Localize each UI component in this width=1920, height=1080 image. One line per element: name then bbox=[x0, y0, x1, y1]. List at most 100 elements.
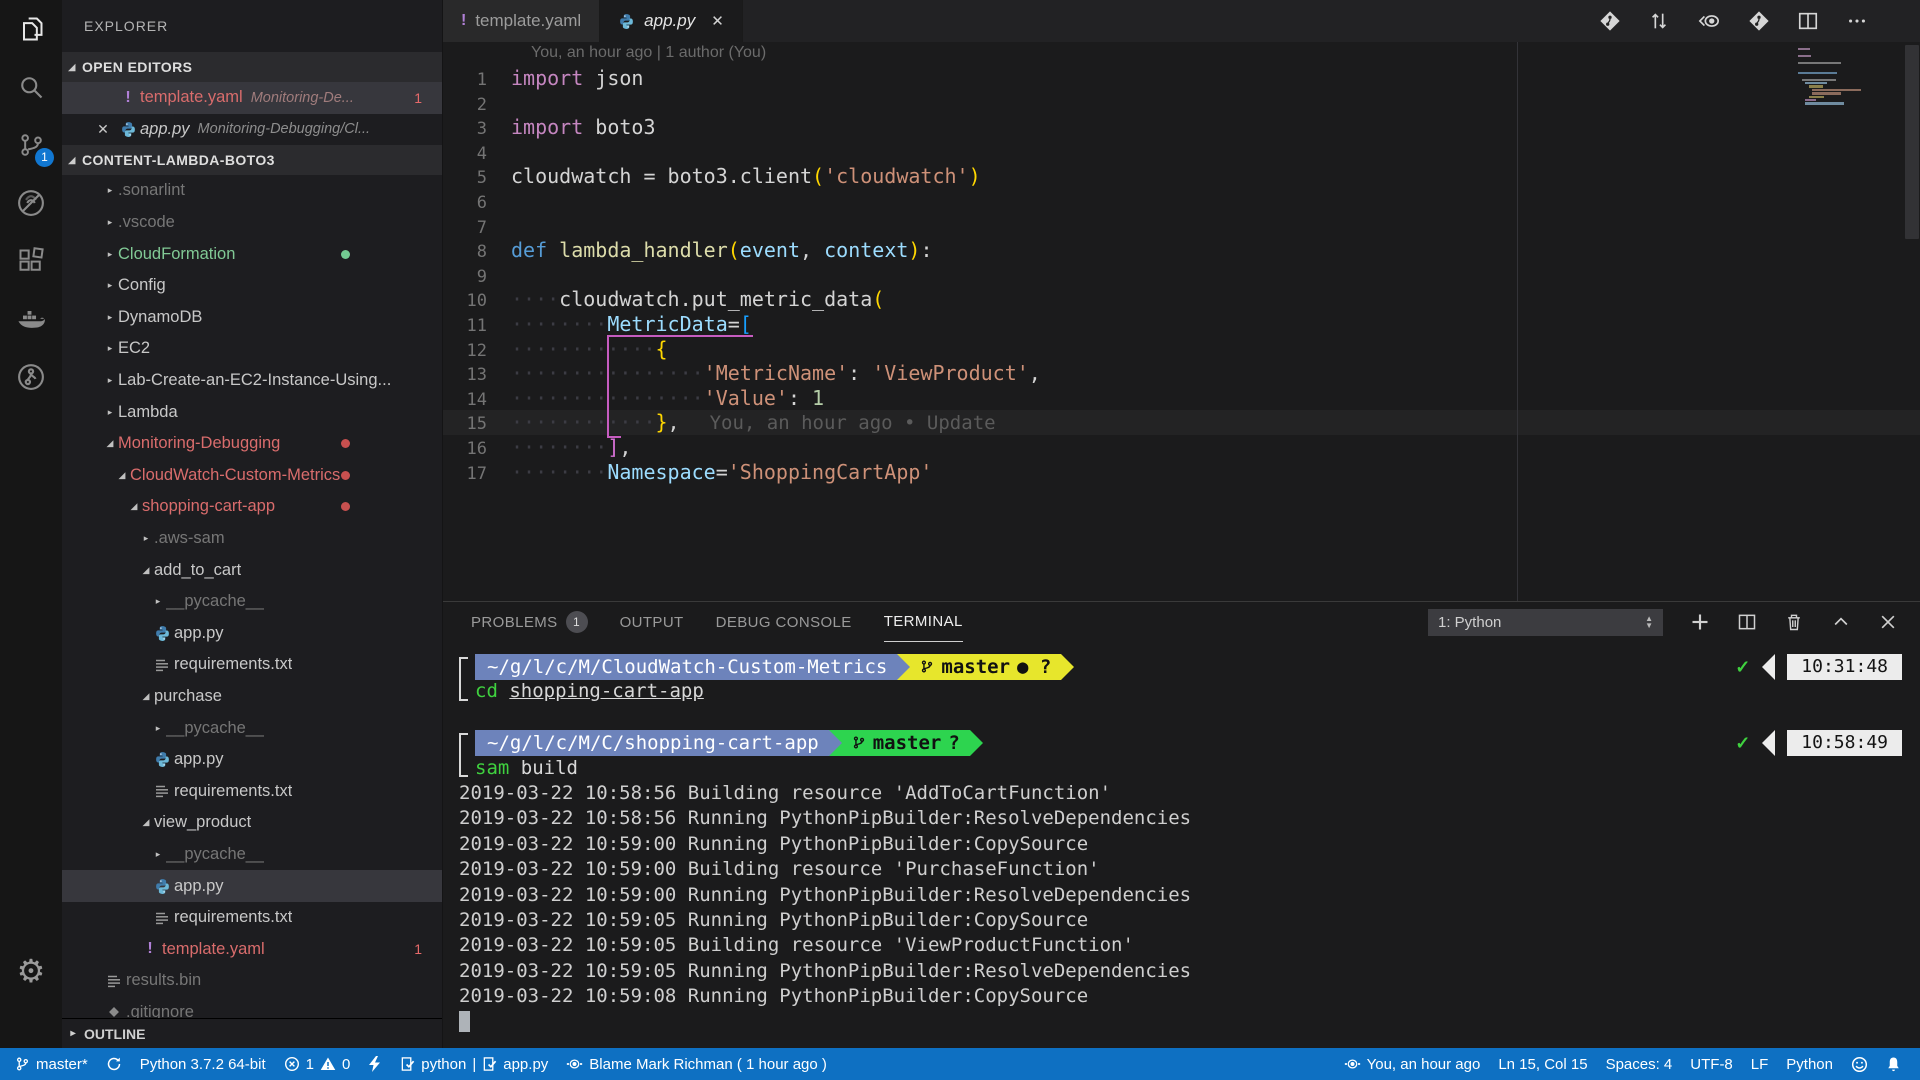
chevron-up-icon[interactable] bbox=[1831, 612, 1851, 632]
bracket-guide-top bbox=[607, 335, 753, 337]
sonarlint-icon[interactable] bbox=[0, 174, 62, 232]
tree-item--pycache-[interactable]: ▸__pycache__ bbox=[62, 839, 442, 871]
minimap[interactable] bbox=[1798, 48, 1862, 168]
tree-item-lab-create-an-ec2-instance-using-[interactable]: ▸Lab-Create-an-EC2-Instance-Using... bbox=[62, 365, 442, 397]
terminal-selector[interactable]: 1: Python ▲▼ bbox=[1428, 609, 1663, 636]
toggle-blame-icon[interactable] bbox=[1697, 10, 1721, 32]
search-icon[interactable] bbox=[0, 58, 62, 116]
code-line-6[interactable]: 6 bbox=[443, 189, 1920, 214]
tree-item-lambda[interactable]: ▸Lambda bbox=[62, 396, 442, 428]
tree-item-requirements-txt[interactable]: requirements.txt bbox=[62, 649, 442, 681]
code-editor[interactable]: You, an hour ago | 1 author (You) 1impor… bbox=[443, 42, 1920, 601]
tree-item--aws-sam[interactable]: ▸.aws-sam bbox=[62, 523, 442, 555]
code-line-13[interactable]: 13················'MetricName': 'ViewPro… bbox=[443, 361, 1920, 386]
tree-item-app-py[interactable]: app.py bbox=[62, 870, 442, 902]
panel-tab-debug-console[interactable]: DEBUG CONSOLE bbox=[716, 602, 852, 642]
problems-status[interactable]: 10 bbox=[275, 1048, 360, 1080]
editor-scrollbar[interactable] bbox=[1905, 45, 1919, 239]
split-terminal-icon[interactable] bbox=[1737, 612, 1757, 632]
tree-item-requirements-txt[interactable]: requirements.txt bbox=[62, 775, 442, 807]
project-section-header[interactable]: ◢ CONTENT-LAMBDA-BOTO3 bbox=[62, 145, 442, 175]
files-icon[interactable] bbox=[0, 0, 62, 58]
smiley-icon bbox=[1851, 1056, 1868, 1073]
tab-app-py[interactable]: app.py✕ bbox=[600, 0, 743, 42]
close-icon[interactable] bbox=[1878, 612, 1898, 632]
split-editor-icon[interactable] bbox=[1797, 10, 1819, 32]
docker-icon[interactable] bbox=[0, 290, 62, 348]
close-icon[interactable]: ✕ bbox=[90, 121, 116, 138]
code-line-10[interactable]: 10····cloudwatch.put_metric_data( bbox=[443, 287, 1920, 312]
git-history-icon[interactable] bbox=[0, 348, 62, 406]
compare-changes-icon[interactable] bbox=[1648, 10, 1670, 32]
panel-tab-problems[interactable]: PROBLEMS1 bbox=[471, 602, 588, 642]
source-control-icon[interactable]: 1 bbox=[0, 116, 62, 174]
tree-item-cloudwatch-custom-metrics[interactable]: ◢CloudWatch-Custom-Metrics bbox=[62, 460, 442, 492]
cursor-position[interactable]: Ln 15, Col 15 bbox=[1489, 1048, 1596, 1080]
tree-item-purchase[interactable]: ◢purchase bbox=[62, 681, 442, 713]
tree-item-requirements-txt[interactable]: requirements.txt bbox=[62, 902, 442, 934]
gitlens-blame[interactable]: Blame Mark Richman ( 1 hour ago ) bbox=[557, 1048, 836, 1080]
tree-item-ec2[interactable]: ▸EC2 bbox=[62, 333, 442, 365]
tree-item-app-py[interactable]: app.py bbox=[62, 744, 442, 776]
panel-tab-terminal[interactable]: TERMINAL bbox=[884, 602, 963, 642]
gitlens-icon[interactable] bbox=[1748, 10, 1770, 32]
tree-item-dynamodb[interactable]: ▸DynamoDB bbox=[62, 302, 442, 334]
tree-item-config[interactable]: ▸Config bbox=[62, 270, 442, 302]
extensions-icon[interactable] bbox=[0, 232, 62, 290]
code-line-15[interactable]: 15············},You, an hour ago • Updat… bbox=[443, 410, 1920, 435]
eol[interactable]: LF bbox=[1742, 1048, 1778, 1080]
outline-section-header[interactable]: ▸ OUTLINE bbox=[62, 1018, 442, 1048]
python-interpreter[interactable]: Python 3.7.2 64-bit bbox=[131, 1048, 275, 1080]
tree-item-shopping-cart-app[interactable]: ◢shopping-cart-app bbox=[62, 491, 442, 523]
code-line-7[interactable]: 7 bbox=[443, 214, 1920, 239]
language-mode[interactable]: Python bbox=[1777, 1048, 1842, 1080]
tree-item-label: CloudFormation bbox=[118, 245, 235, 264]
tree-item--sonarlint[interactable]: ▸.sonarlint bbox=[62, 175, 442, 207]
tree-item-label: requirements.txt bbox=[174, 782, 292, 801]
code-line-2[interactable]: 2 bbox=[443, 91, 1920, 116]
panel-tab-output[interactable]: OUTPUT bbox=[620, 602, 684, 642]
terminal[interactable]: ~/g/l/c/M/CloudWatch-Custom-Metricsmaste… bbox=[443, 642, 1920, 1048]
line-blame[interactable]: You, an hour ago bbox=[1335, 1048, 1490, 1080]
plus-icon[interactable] bbox=[1690, 612, 1710, 632]
code-line-14[interactable]: 14················'Value': 1 bbox=[443, 386, 1920, 411]
tree-item-app-py[interactable]: app.py bbox=[62, 618, 442, 650]
gitlens-file-history-icon[interactable] bbox=[1599, 10, 1621, 32]
code-line-9[interactable]: 9 bbox=[443, 263, 1920, 288]
lightning-status[interactable] bbox=[359, 1048, 391, 1080]
tree-item-add-to-cart[interactable]: ◢add_to_cart bbox=[62, 554, 442, 586]
code-line-16[interactable]: 16········], bbox=[443, 435, 1920, 460]
code-line-3[interactable]: 3import boto3 bbox=[443, 115, 1920, 140]
sync-status[interactable] bbox=[97, 1048, 131, 1080]
indentation[interactable]: Spaces: 4 bbox=[1597, 1048, 1682, 1080]
tree-item-monitoring-debugging[interactable]: ◢Monitoring-Debugging bbox=[62, 428, 442, 460]
code-line-5[interactable]: 5cloudwatch = boto3.client('cloudwatch') bbox=[443, 164, 1920, 189]
tree-item-view-product[interactable]: ◢view_product bbox=[62, 807, 442, 839]
open-editor-item[interactable]: ✕app.pyMonitoring-Debugging/Cl... bbox=[62, 114, 442, 146]
close-icon[interactable]: ✕ bbox=[711, 12, 724, 30]
tree-item-cloudformation[interactable]: ▸CloudFormation bbox=[62, 238, 442, 270]
tasks-status[interactable]: python | app.py bbox=[391, 1048, 557, 1080]
code-line-1[interactable]: 1import json bbox=[443, 66, 1920, 91]
code-line-4[interactable]: 4 bbox=[443, 140, 1920, 165]
code-line-11[interactable]: 11········MetricData=[ bbox=[443, 312, 1920, 337]
feedback[interactable] bbox=[1842, 1048, 1877, 1080]
tab-template-yaml[interactable]: !template.yaml bbox=[443, 0, 600, 42]
tree-item--pycache-[interactable]: ▸__pycache__ bbox=[62, 712, 442, 744]
trash-icon[interactable] bbox=[1784, 612, 1804, 632]
code-line-12[interactable]: 12············{ bbox=[443, 337, 1920, 362]
tree-item-results-bin[interactable]: results.bin bbox=[62, 965, 442, 997]
code-line-17[interactable]: 17········Namespace='ShoppingCartApp' bbox=[443, 460, 1920, 485]
open-editor-item[interactable]: !template.yamlMonitoring-De...1 bbox=[62, 82, 442, 114]
encoding[interactable]: UTF-8 bbox=[1681, 1048, 1742, 1080]
git-branch-status[interactable]: master* bbox=[6, 1048, 97, 1080]
notifications[interactable] bbox=[1877, 1048, 1910, 1080]
open-editors-header[interactable]: ◢ OPEN EDITORS bbox=[62, 52, 442, 82]
code-line-8[interactable]: 8def lambda_handler(event, context): bbox=[443, 238, 1920, 263]
tree-item-template-yaml[interactable]: !template.yaml1 bbox=[62, 933, 442, 965]
panel-controls: 1: Python ▲▼ bbox=[1428, 609, 1920, 636]
gear-icon[interactable]: ⚙ bbox=[0, 946, 62, 996]
more-actions-icon[interactable] bbox=[1846, 10, 1868, 32]
tree-item--vscode[interactable]: ▸.vscode bbox=[62, 207, 442, 239]
tree-item--pycache-[interactable]: ▸__pycache__ bbox=[62, 586, 442, 618]
